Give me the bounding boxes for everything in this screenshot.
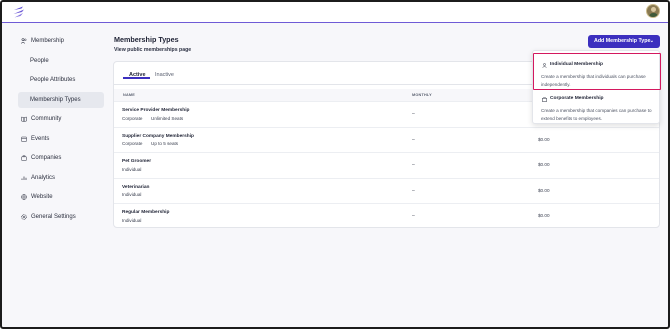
dropdown-option-corporate[interactable]: Corporate Membership Create a membership… (533, 88, 661, 124)
people-icon (21, 38, 27, 44)
sidebar-item-community[interactable]: Community (18, 111, 104, 127)
monthly-price: – (412, 111, 415, 117)
table-row[interactable]: Veterinarian Individual – $0.00 (114, 177, 659, 203)
sidebar-item-label: Companies (31, 155, 62, 161)
sidebar-item-events[interactable]: Events (18, 131, 104, 147)
monthly-price: – (412, 187, 415, 194)
membership-name[interactable]: Service Provider Membership (122, 108, 189, 113)
user-avatar[interactable] (646, 4, 660, 18)
briefcase-icon (21, 155, 27, 161)
monthly-price: – (412, 213, 415, 219)
sidebar-item-label: Community (31, 116, 62, 122)
chevron-down-icon: ⌄ (649, 38, 654, 44)
calendar-icon (21, 136, 27, 142)
membership-category: Individual (122, 192, 142, 197)
globe-icon (21, 194, 27, 200)
membership-category: Corporate (122, 141, 143, 146)
monthly-price: – (412, 162, 415, 168)
sidebar-item-label: Analytics (31, 174, 56, 181)
app-logo-icon[interactable] (12, 5, 26, 19)
membership-name[interactable]: Pet Groomer (122, 159, 151, 164)
sidebar-item-people-attributes[interactable]: People Attributes (18, 72, 104, 88)
chart-icon (21, 176, 27, 180)
sidebar-item-label: People (30, 57, 49, 64)
page-title: Membership Types (114, 35, 179, 44)
seat-limit: Up to 5 seats (151, 141, 179, 146)
tab-inactive[interactable]: Inactive (155, 69, 174, 81)
top-bar (2, 2, 668, 23)
sidebar-item-analytics[interactable]: Analytics (18, 170, 104, 186)
column-header-monthly[interactable]: MONTHLY (412, 93, 432, 97)
annual-price: $0.00 (538, 187, 550, 193)
option-title: Corporate Membership (550, 96, 604, 101)
table-row[interactable]: Pet Groomer Individual – $0.00 (114, 152, 659, 177)
sidebar-item-general-settings[interactable]: General Settings (18, 209, 104, 225)
view-public-memberships-link[interactable]: View public memberships page (114, 47, 191, 53)
sidebar: Membership People People Attributes Memb… (18, 33, 104, 228)
add-membership-type-button[interactable]: Add Membership Type ⌄ (588, 35, 660, 48)
membership-name[interactable]: Regular Membership (122, 210, 169, 215)
add-membership-type-label: Add Membership Type (594, 38, 651, 44)
selection-highlight (533, 53, 661, 90)
active-tab-indicator (123, 77, 150, 79)
sidebar-item-people[interactable]: People (18, 53, 104, 69)
membership-category: Individual (122, 166, 142, 172)
sidebar-item-label: Website (31, 194, 53, 200)
annual-price: $0.00 (538, 136, 550, 142)
sidebar-item-label: Events (31, 135, 50, 142)
sidebar-item-membership-types[interactable]: Membership Types (18, 91, 104, 108)
sidebar-item-label: Membership (31, 38, 65, 44)
annual-price: $0.00 (538, 162, 550, 167)
annual-price: $0.00 (538, 213, 550, 218)
book-icon (21, 116, 27, 122)
table-row[interactable]: Supplier Company Membership Corporate Up… (114, 126, 659, 152)
membership-category: Corporate (122, 115, 143, 121)
membership-name[interactable]: Supplier Company Membership (122, 134, 194, 139)
table-row[interactable]: Regular Membership Individual – $0.00 (114, 203, 659, 228)
seat-limit: Unlimited Seats (151, 115, 184, 121)
sidebar-item-website[interactable]: Website (18, 189, 104, 205)
membership-category: Individual (122, 217, 142, 223)
sidebar-item-membership[interactable]: Membership (18, 33, 104, 49)
gear-icon (21, 213, 27, 220)
building-icon (542, 97, 547, 102)
column-header-name[interactable]: NAME (123, 93, 135, 97)
membership-name[interactable]: Veterinarian (122, 185, 149, 190)
sidebar-item-companies[interactable]: Companies (18, 150, 104, 166)
app-window: Membership People People Attributes Memb… (0, 0, 670, 329)
monthly-price: – (412, 136, 415, 143)
sidebar-item-label: People Attributes (30, 77, 76, 83)
tab-active[interactable]: Active (129, 69, 146, 81)
option-description: Create a membership that companies can p… (541, 108, 652, 121)
sidebar-item-label: General Settings (31, 213, 76, 220)
sidebar-item-label: Membership Types (30, 96, 81, 103)
